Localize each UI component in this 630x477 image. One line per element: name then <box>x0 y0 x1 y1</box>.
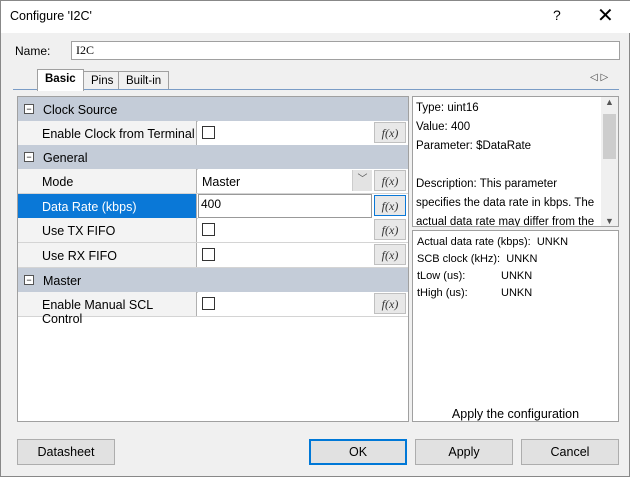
prop-label: Use TX FIFO <box>18 218 197 242</box>
apply-configuration-text: Apply the configuration <box>451 407 580 421</box>
tab-built-in[interactable]: Built-in <box>118 71 170 90</box>
enable-clock-checkbox[interactable] <box>202 126 215 139</box>
collapse-icon[interactable]: − <box>24 152 34 162</box>
scrollbar-thumb[interactable] <box>603 114 616 159</box>
close-button[interactable]: ✕ <box>597 3 614 28</box>
tab-scroll-arrows-icon[interactable]: ◁ ▷ <box>590 72 608 83</box>
prop-mode[interactable]: Mode Master ﹀ f(x) <box>18 169 408 194</box>
prop-label: Enable Clock from Terminal <box>18 121 197 145</box>
calc-row: Actual data rate (kbps): UNKN <box>417 236 569 248</box>
manual-scl-checkbox[interactable] <box>202 297 215 310</box>
datasheet-button[interactable]: Datasheet <box>17 439 115 465</box>
collapse-icon[interactable]: − <box>24 275 34 285</box>
prop-manual-scl[interactable]: Enable Manual SCL Control f(x) <box>18 292 408 326</box>
category-master[interactable]: − Master <box>18 268 408 293</box>
tab-divider <box>13 89 619 90</box>
category-label: General <box>43 151 88 165</box>
apply-button[interactable]: Apply <box>415 439 513 465</box>
window-title: Configure 'I2C' <box>10 9 92 23</box>
tab-pins[interactable]: Pins <box>83 71 122 90</box>
cancel-button[interactable]: Cancel <box>521 439 619 465</box>
fx-button[interactable]: f(x) <box>374 219 406 240</box>
data-rate-input[interactable]: 400 <box>198 194 372 218</box>
mode-select[interactable]: Master <box>202 175 240 189</box>
info-type: Type: uint16 <box>416 102 479 114</box>
prop-enable-clock[interactable]: Enable Clock from Terminal f(x) <box>18 121 408 146</box>
info-value: Value: 400 <box>416 121 471 133</box>
property-grid: − Clock Source Enable Clock from Terminal… <box>17 96 409 422</box>
category-label: Master <box>43 274 82 288</box>
calc-row: SCB clock (kHz): UNKN <box>417 253 538 265</box>
prop-label: Enable Manual SCL Control <box>18 292 197 326</box>
name-input[interactable] <box>71 41 620 60</box>
calculated-values: Actual data rate (kbps): UNKN SCB clock … <box>412 230 619 422</box>
prop-label: Use RX FIFO <box>18 243 197 267</box>
chevron-down-icon[interactable]: ﹀ <box>352 170 372 191</box>
prop-tx-fifo[interactable]: Use TX FIFO f(x) <box>18 218 408 243</box>
prop-data-rate[interactable]: Data Rate (kbps) 400 f(x) <box>18 194 408 219</box>
collapse-icon[interactable]: − <box>24 104 34 114</box>
calc-row: tHigh (us): UNKN <box>417 287 533 299</box>
calc-row: tLow (us): UNKN <box>417 270 533 282</box>
ok-button[interactable]: OK <box>309 439 407 465</box>
fx-button[interactable]: f(x) <box>374 170 406 191</box>
parameter-info: Type: uint16 Value: 400 Parameter: $Data… <box>412 96 619 227</box>
category-label: Clock Source <box>43 103 118 117</box>
name-label: Name: <box>15 44 51 58</box>
prop-label: Mode <box>18 169 197 193</box>
category-clock-source[interactable]: − Clock Source <box>18 97 408 122</box>
help-button[interactable]: ? <box>553 7 561 23</box>
tab-basic[interactable]: Basic <box>37 69 84 91</box>
info-parameter: Parameter: $DataRate <box>416 140 532 152</box>
category-general[interactable]: − General <box>18 145 408 170</box>
fx-button[interactable]: f(x) <box>374 122 406 143</box>
fx-button[interactable]: f(x) <box>374 293 406 314</box>
prop-rx-fifo[interactable]: Use RX FIFO f(x) <box>18 243 408 268</box>
rx-fifo-checkbox[interactable] <box>202 248 215 261</box>
tx-fifo-checkbox[interactable] <box>202 223 215 236</box>
fx-button[interactable]: f(x) <box>374 244 406 265</box>
title-bar <box>1 1 630 33</box>
info-description: Description: This parameter specifies th… <box>416 178 595 227</box>
fx-button[interactable]: f(x) <box>374 195 406 216</box>
prop-label: Data Rate (kbps) <box>18 194 197 218</box>
